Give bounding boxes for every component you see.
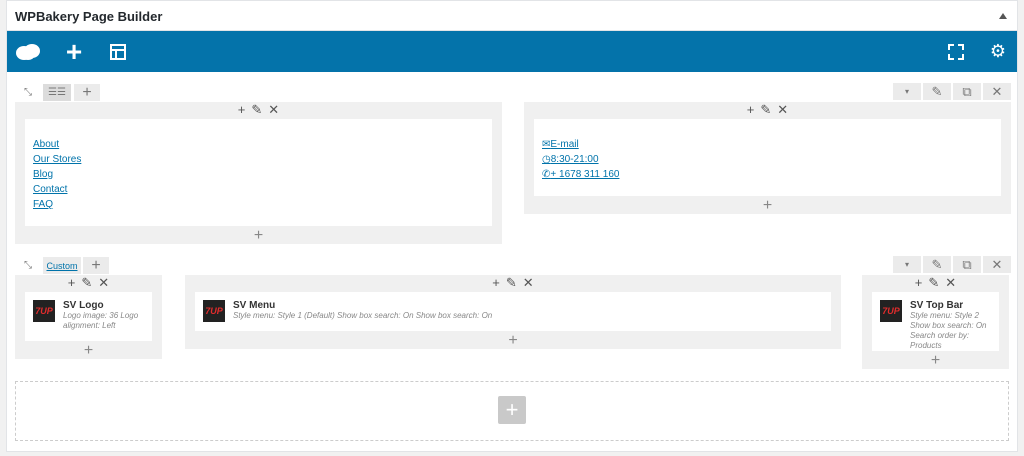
column-add-button[interactable]: + [185, 333, 841, 349]
column-controls: + ✎ ✕ [524, 102, 1011, 118]
link-about[interactable]: About [33, 137, 492, 152]
element-description: Style menu: Style 2 Show box search: On … [910, 311, 987, 350]
phone-link[interactable]: ✆+ 1678 311 160 [542, 167, 1001, 182]
builder-navbar: + ⚙ [7, 31, 1017, 72]
column-controls: + ✎ ✕ [185, 275, 841, 291]
element-logo-icon: 7UP [33, 300, 55, 322]
row-clone-icon[interactable]: ⧉ [953, 256, 981, 273]
row-layout-custom[interactable]: Custom [43, 257, 81, 274]
move-row-icon[interactable]: ⤡ [17, 257, 39, 274]
column-controls: + ✎ ✕ [15, 275, 162, 291]
element-title: SV Top Bar [910, 300, 964, 311]
panel-header: WPBakery Page Builder [7, 1, 1017, 31]
column-add-button[interactable]: + [15, 343, 162, 359]
edit-icon[interactable]: ✎ [506, 276, 517, 290]
empty-row-dropzone[interactable]: + [15, 381, 1009, 441]
link-our-stores[interactable]: Our Stores [33, 152, 492, 167]
column-controls: + ✎ ✕ [15, 102, 502, 118]
row2-column-3: + ✎ ✕ 7UP SV Top Bar Style menu: Style 2… [862, 275, 1009, 369]
clock-icon: ◷ [542, 154, 551, 165]
edit-icon[interactable]: ✎ [81, 276, 92, 290]
row2-column-2: + ✎ ✕ 7UP SV Menu Style menu: Style 1 (D… [185, 275, 841, 349]
gear-icon[interactable]: ⚙ [987, 31, 1009, 72]
row1-column-1: + ✎ ✕ About Our Stores Blog Contact FAQ … [15, 102, 502, 244]
element-description: Style menu: Style 1 (Default) Show box s… [233, 311, 493, 320]
sv-menu-element[interactable]: 7UP SV Menu Style menu: Style 1 (Default… [195, 292, 831, 331]
link-faq[interactable]: FAQ [33, 197, 492, 212]
element-logo-icon: 7UP [880, 300, 902, 322]
column-add-button[interactable]: + [15, 228, 502, 244]
row-toggle-icon[interactable]: ▾ [893, 83, 921, 100]
contact-element[interactable]: ✉E-mail ◷8:30-21:00 ✆+ 1678 311 160 [534, 119, 1001, 196]
row2-column-1: + ✎ ✕ 7UP SV Logo Logo image: 36 Logo al… [15, 275, 162, 359]
move-row-icon[interactable]: ⤡ [17, 84, 39, 101]
hours-link[interactable]: ◷8:30-21:00 [542, 152, 1001, 167]
add-icon[interactable]: + [747, 103, 755, 117]
row-delete-icon[interactable]: ✕ [983, 83, 1011, 100]
row1-column-2: + ✎ ✕ ✉E-mail ◷8:30-21:00 ✆+ 1678 311 16… [524, 102, 1011, 214]
row-edit-icon[interactable]: ✎ [923, 256, 951, 273]
add-column-button[interactable]: + [74, 84, 100, 101]
links-element[interactable]: About Our Stores Blog Contact FAQ [25, 119, 492, 226]
add-icon[interactable]: + [492, 276, 500, 290]
fullscreen-icon[interactable] [945, 31, 967, 72]
page-builder-panel: WPBakery Page Builder + ⚙ ⤡ ☰☰ + ▾ ✎ ⧉ ✕… [6, 0, 1018, 452]
add-icon[interactable]: + [915, 276, 923, 290]
edit-icon[interactable]: ✎ [760, 103, 771, 117]
delete-icon[interactable]: ✕ [523, 276, 534, 290]
column-add-button[interactable]: + [862, 353, 1009, 369]
edit-icon[interactable]: ✎ [928, 276, 939, 290]
edit-icon[interactable]: ✎ [251, 103, 262, 117]
collapse-toggle-icon[interactable] [999, 13, 1007, 19]
email-link[interactable]: ✉E-mail [542, 137, 1001, 152]
column-add-button[interactable]: + [524, 198, 1011, 214]
row-toggle-icon[interactable]: ▾ [893, 256, 921, 273]
row-edit-icon[interactable]: ✎ [923, 83, 951, 100]
element-logo-icon: 7UP [203, 300, 225, 322]
delete-icon[interactable]: ✕ [268, 103, 279, 117]
panel-title: WPBakery Page Builder [15, 9, 163, 24]
column-controls: + ✎ ✕ [862, 275, 1009, 291]
row-delete-icon[interactable]: ✕ [983, 256, 1011, 273]
link-contact[interactable]: Contact [33, 182, 492, 197]
link-blog[interactable]: Blog [33, 167, 492, 182]
add-element-button[interactable]: + [62, 31, 86, 72]
row-clone-icon[interactable]: ⧉ [953, 83, 981, 100]
cloud-logo-icon[interactable] [13, 31, 43, 72]
layout-icon[interactable] [107, 31, 129, 72]
element-title: SV Logo [63, 300, 104, 311]
delete-icon[interactable]: ✕ [98, 276, 109, 290]
add-row-button[interactable]: + [498, 396, 526, 424]
element-title: SV Menu [233, 300, 276, 311]
row-layout-icon[interactable]: ☰☰ [43, 84, 71, 101]
element-description: Logo image: 36 Logo alignment: Left [63, 311, 139, 330]
add-column-button[interactable]: + [83, 257, 109, 274]
delete-icon[interactable]: ✕ [777, 103, 788, 117]
add-icon[interactable]: + [238, 103, 246, 117]
sv-top-bar-element[interactable]: 7UP SV Top Bar Style menu: Style 2 Show … [872, 292, 999, 351]
add-icon[interactable]: + [68, 276, 76, 290]
sv-logo-element[interactable]: 7UP SV Logo Logo image: 36 Logo alignmen… [25, 292, 152, 341]
delete-icon[interactable]: ✕ [945, 276, 956, 290]
